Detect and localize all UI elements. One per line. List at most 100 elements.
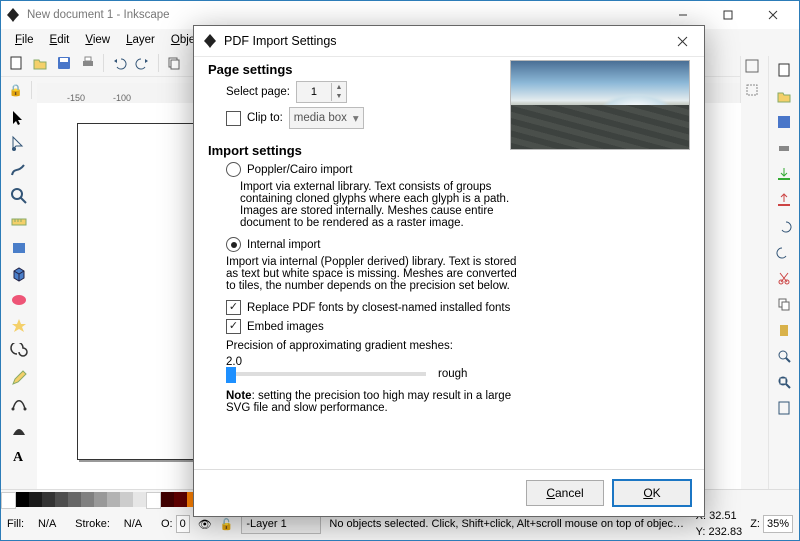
- select-page-input[interactable]: [297, 82, 331, 102]
- lock-icon[interactable]: 🔒: [5, 79, 27, 101]
- clip-to-value: media box: [294, 112, 347, 124]
- swatch[interactable]: [68, 492, 81, 507]
- swatch[interactable]: [161, 492, 174, 507]
- tool-zoom-icon[interactable]: [5, 183, 33, 209]
- dialog-close-button[interactable]: [668, 29, 696, 53]
- replace-fonts-row[interactable]: Replace PDF fonts by closest-named insta…: [226, 300, 690, 315]
- clip-to-combo[interactable]: media box ▾: [289, 107, 364, 129]
- tool-calligraphy-icon[interactable]: [5, 417, 33, 443]
- tool-pencil-icon[interactable]: [5, 365, 33, 391]
- cancel-button[interactable]: Cancel: [526, 480, 604, 506]
- zoom-field[interactable]: Z: 35%: [750, 515, 793, 533]
- page-preview-thumbnail: [510, 60, 690, 150]
- embed-images-checkbox[interactable]: [226, 319, 241, 334]
- cmd-export-icon[interactable]: [772, 188, 796, 212]
- precision-slider[interactable]: [226, 372, 426, 376]
- tb-undo-icon[interactable]: [108, 52, 130, 74]
- select-page-spinner[interactable]: ▲▼: [296, 81, 347, 103]
- precision-label-row: Precision of approximating gradient mesh…: [226, 340, 690, 352]
- poppler-radio[interactable]: [226, 162, 241, 177]
- tool-spiral-icon[interactable]: [5, 339, 33, 365]
- tool-measure-icon[interactable]: [5, 209, 33, 235]
- swatch[interactable]: [133, 492, 146, 507]
- swatch[interactable]: [174, 492, 187, 507]
- stroke-indicator[interactable]: Stroke: N/A: [75, 518, 153, 530]
- cmd-cut-icon[interactable]: [772, 266, 796, 290]
- cmd-redo-icon[interactable]: [772, 240, 796, 264]
- tool-3dbox-icon[interactable]: [5, 261, 33, 287]
- layer-lock-icon[interactable]: 🔓: [220, 518, 234, 531]
- cmd-undo-icon[interactable]: [772, 214, 796, 238]
- internal-radio[interactable]: [226, 237, 241, 252]
- menu-view[interactable]: View: [77, 32, 118, 48]
- swatch[interactable]: [55, 492, 68, 507]
- layer-visibility-icon[interactable]: 👁: [198, 518, 212, 531]
- tool-rect-icon[interactable]: [5, 235, 33, 261]
- fill-indicator[interactable]: Fill: N/A: [7, 518, 67, 530]
- snap-toggle-icon[interactable]: [744, 58, 766, 80]
- swatch[interactable]: [120, 492, 133, 507]
- slider-thumb[interactable]: [226, 367, 236, 383]
- zoom-value[interactable]: 35%: [763, 515, 793, 533]
- cmd-zoomdraw-icon[interactable]: [772, 370, 796, 394]
- cmd-import-icon[interactable]: [772, 162, 796, 186]
- stroke-label: Stroke:: [75, 518, 110, 530]
- cmd-print-icon[interactable]: [772, 136, 796, 160]
- tool-selector-icon[interactable]: [5, 105, 33, 131]
- swatch[interactable]: [42, 492, 55, 507]
- cmd-copy-icon[interactable]: [772, 292, 796, 316]
- tool-text-icon[interactable]: A: [5, 443, 33, 469]
- clip-to-checkbox[interactable]: [226, 111, 241, 126]
- menu-file[interactable]: File: [7, 32, 42, 48]
- replace-fonts-checkbox[interactable]: [226, 300, 241, 315]
- opacity-value[interactable]: 0: [176, 515, 190, 533]
- swatch-none-icon[interactable]: [1, 492, 16, 509]
- tb-print-icon[interactable]: [77, 52, 99, 74]
- tool-ellipse-icon[interactable]: [5, 287, 33, 313]
- swatch[interactable]: [107, 492, 120, 507]
- cmd-open-icon[interactable]: [772, 84, 796, 108]
- tool-node-icon[interactable]: [5, 131, 33, 157]
- select-page-label: Select page:: [226, 86, 290, 98]
- tb-open-icon[interactable]: [29, 52, 51, 74]
- cmd-zoompage-icon[interactable]: [772, 396, 796, 420]
- tb-copy-icon[interactable]: [163, 52, 185, 74]
- menu-layer[interactable]: Layer: [118, 32, 163, 48]
- swatch[interactable]: [94, 492, 107, 507]
- coord-y-label: Y:: [696, 526, 706, 538]
- swatch[interactable]: [29, 492, 42, 507]
- tool-bezier-icon[interactable]: [5, 391, 33, 417]
- poppler-description: Import via external library. Text consis…: [240, 181, 540, 229]
- close-button[interactable]: [750, 1, 795, 29]
- cmd-zoomsel-icon[interactable]: [772, 344, 796, 368]
- swatch[interactable]: [16, 492, 29, 507]
- cmd-new-icon[interactable]: [772, 58, 796, 82]
- ok-button[interactable]: OK: [612, 479, 692, 507]
- tb-new-icon[interactable]: [5, 52, 27, 74]
- menu-edit[interactable]: Edit: [42, 32, 78, 48]
- tb-save-icon[interactable]: [53, 52, 75, 74]
- inkscape-main-window: New document 1 - Inkscape File Edit View…: [0, 0, 800, 541]
- opacity-field[interactable]: O: 0: [161, 515, 190, 533]
- separator: [158, 54, 159, 72]
- embed-images-row[interactable]: Embed images: [226, 319, 690, 334]
- tool-star-icon[interactable]: [5, 313, 33, 339]
- internal-radio-row[interactable]: Internal import: [226, 237, 690, 252]
- spinner-arrows[interactable]: ▲▼: [331, 83, 346, 101]
- cmd-paste-icon[interactable]: [772, 318, 796, 342]
- layer-selector[interactable]: -Layer 1: [241, 514, 321, 534]
- tb-redo-icon[interactable]: [132, 52, 154, 74]
- swatch[interactable]: [81, 492, 94, 507]
- maximize-button[interactable]: [705, 1, 750, 29]
- cmd-save-icon[interactable]: [772, 110, 796, 134]
- ruler-mark: -100: [113, 93, 131, 103]
- window-title: New document 1 - Inkscape: [27, 9, 660, 21]
- pdf-import-dialog: PDF Import Settings Page settings Select…: [193, 25, 705, 517]
- poppler-radio-row[interactable]: Poppler/Cairo import: [226, 162, 690, 177]
- svg-text:A: A: [13, 450, 24, 465]
- swatch[interactable]: [146, 492, 161, 509]
- tool-tweak-icon[interactable]: [5, 157, 33, 183]
- coord-x-value: 32.51: [709, 510, 737, 522]
- replace-fonts-label: Replace PDF fonts by closest-named insta…: [247, 302, 510, 314]
- snap-bbox-icon[interactable]: [744, 82, 766, 104]
